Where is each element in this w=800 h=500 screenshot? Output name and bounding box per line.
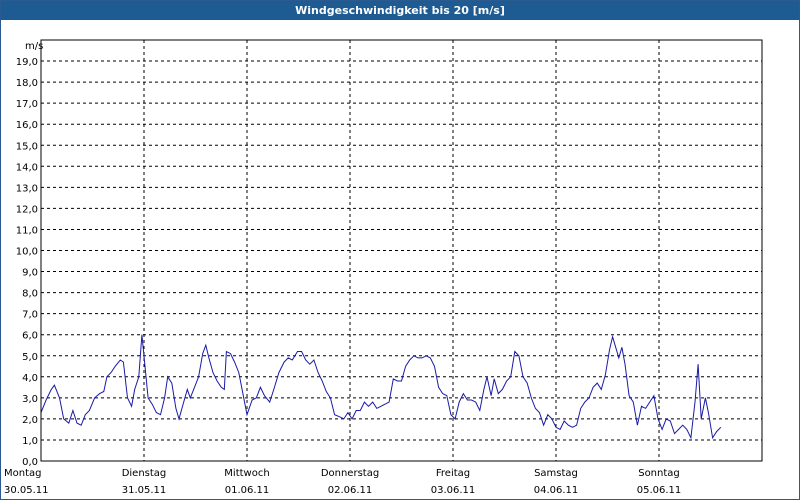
x-tick-date-label: 02.06.11 bbox=[328, 485, 373, 496]
y-tick-label: 8,0 bbox=[22, 289, 38, 300]
x-tick-date-label: 04.06.11 bbox=[534, 485, 579, 496]
y-tick-label: 7,0 bbox=[22, 310, 38, 321]
x-tick-day-label: Donnerstag bbox=[321, 468, 379, 479]
x-tick-date-label: 30.05.11 bbox=[4, 485, 49, 496]
x-tick-day-label: Mittwoch bbox=[224, 468, 269, 479]
wind-speed-chart: m/s 0,01,02,03,04,05,06,07,08,09,010,011… bbox=[4, 39, 763, 496]
y-tick-label: 13,0 bbox=[16, 183, 38, 194]
y-tick-label: 5,0 bbox=[22, 352, 38, 363]
y-tick-label: 9,0 bbox=[22, 268, 38, 279]
y-tick-label: 3,0 bbox=[22, 394, 38, 405]
y-tick-label: 10,0 bbox=[16, 247, 38, 258]
y-tick-label: 2,0 bbox=[22, 415, 38, 426]
x-tick-day-label: Freitag bbox=[436, 468, 470, 479]
y-tick-label: 15,0 bbox=[16, 141, 38, 152]
y-tick-labels: 0,0 1,0 2,0 3,0 4,0 5,0 6,0 7,0 8,0 9,0 10,0 11,0 12… bbox=[16, 57, 38, 468]
y-tick-label: 12,0 bbox=[16, 204, 38, 215]
y-tick-label: 14,0 bbox=[16, 162, 38, 173]
y-tick-label: 19,0 bbox=[16, 57, 38, 68]
x-tick-day-label: Montag bbox=[4, 468, 41, 479]
y-tick-label: 0,0 bbox=[22, 457, 38, 468]
y-tick-label: 6,0 bbox=[22, 331, 38, 342]
x-tick-labels: Montag 30.05.11 Dienstag 31.05.11 Mittwoch 01… bbox=[4, 468, 681, 496]
series-layer bbox=[40, 334, 722, 440]
y-tick-label: 11,0 bbox=[16, 225, 38, 236]
y-tick-label: 18,0 bbox=[16, 78, 38, 89]
x-tick-day-label: Sonntag bbox=[638, 468, 680, 479]
y-tick-label: 1,0 bbox=[22, 436, 38, 447]
x-tick-date-label: 03.06.11 bbox=[431, 485, 476, 496]
x-tick-day-label: Dienstag bbox=[122, 468, 167, 479]
x-tick-date-label: 05.06.11 bbox=[637, 485, 682, 496]
y-tick-label: 16,0 bbox=[16, 120, 38, 131]
chart-title: Windgeschwindigkeit bis 20 [m/s] bbox=[1, 1, 799, 20]
x-tick-date-label: 31.05.11 bbox=[122, 485, 167, 496]
y-tick-label: 17,0 bbox=[16, 99, 38, 110]
x-tick-date-label: 01.06.11 bbox=[225, 485, 270, 496]
x-tick-day-label: Samstag bbox=[534, 468, 578, 479]
chart-window: Windgeschwindigkeit bis 20 [m/s] m/s 0,0… bbox=[0, 0, 800, 500]
y-tick-label: 4,0 bbox=[22, 373, 38, 384]
wind-speed-series-line bbox=[40, 334, 722, 440]
